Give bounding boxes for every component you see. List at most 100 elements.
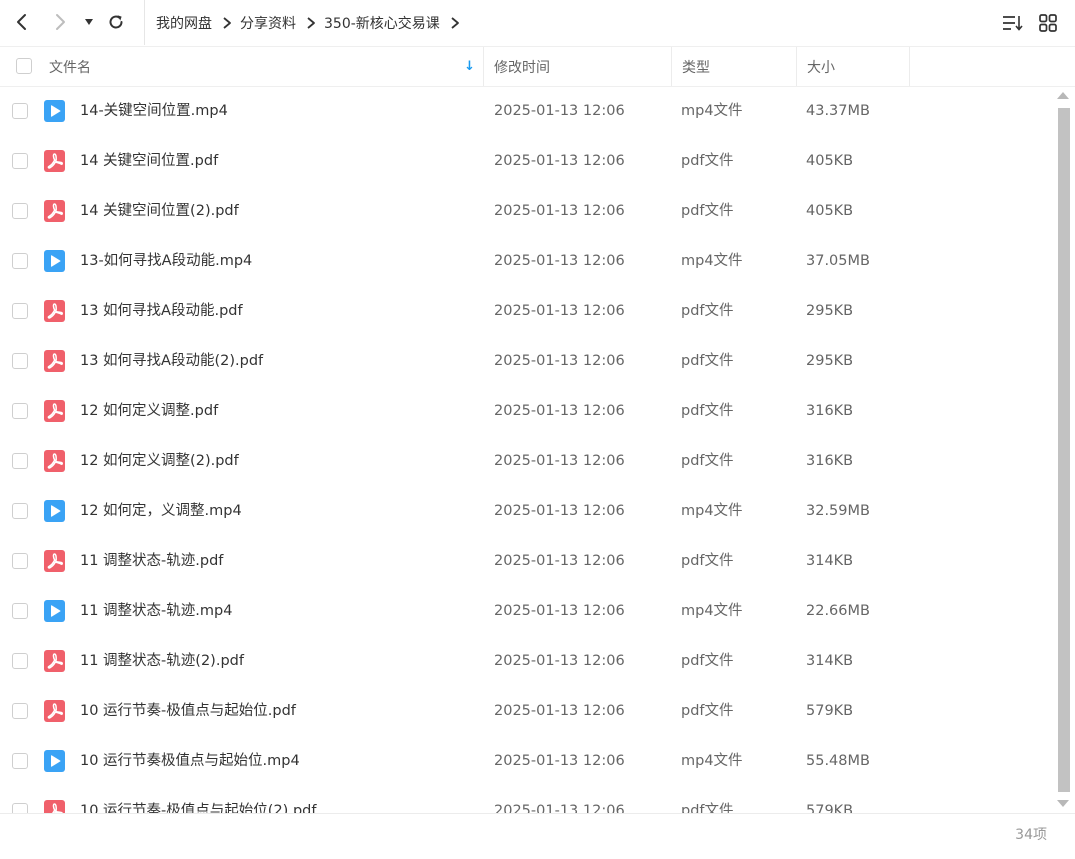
row-checkbox[interactable] [12,203,28,219]
column-header-name-label: 文件名 [49,59,91,76]
refresh-button[interactable] [102,9,130,35]
file-row[interactable]: 14-关键空间位置.mp4 2025-01-13 12:06 mp4文件 43.37M… [0,86,1055,136]
row-checkbox[interactable] [12,453,28,469]
row-checkbox[interactable] [12,353,28,369]
row-checkbox[interactable] [12,253,28,269]
file-row[interactable]: 12 如何定，义调整.mp4 2025-01-13 12:06 mp4文件 32.59… [0,486,1055,536]
status-bar: 34项 [0,813,1075,859]
video-file-icon [44,500,65,522]
row-checkbox[interactable] [12,503,28,519]
breadcrumb-dropdown-icon[interactable] [450,16,460,29]
breadcrumb-item-shared[interactable]: 分享资料 [240,13,296,33]
row-checkbox[interactable] [12,653,28,669]
file-row[interactable]: 13 如何寻找A段动能(2).pdf 2025-01-13 12:06 pdf文件 2… [0,336,1055,386]
breadcrumb-item-current-folder[interactable]: 350-新核心交易课 [324,13,440,33]
file-row[interactable]: 11 调整状态-轨迹(2).pdf 2025-01-13 12:06 pdf文件 31… [0,636,1055,686]
row-checkbox[interactable] [12,103,28,119]
sort-button[interactable] [1001,11,1025,35]
scrollbar-thumb[interactable] [1058,108,1070,792]
file-row[interactable]: 12 如何定义调整(2).pdf 2025-01-13 12:06 pdf文件 316… [0,436,1055,486]
scroll-down-arrow-icon[interactable] [1057,800,1069,807]
video-file-icon [44,250,65,272]
file-modified-date: 2025-01-13 12:06 [494,403,625,419]
column-header-name[interactable]: 文件名 ↓ [49,47,483,86]
column-header-size[interactable]: 大小 [807,47,835,86]
file-row[interactable]: 14 关键空间位置(2).pdf 2025-01-13 12:06 pdf文件 405… [0,186,1055,236]
file-type: pdf文件 [681,153,734,169]
caret-down-icon [85,19,93,25]
column-header-type[interactable]: 类型 [682,47,710,86]
row-checkbox[interactable] [12,603,28,619]
pdf-file-icon [44,700,65,722]
file-modified-date: 2025-01-13 12:06 [494,603,625,619]
column-divider [909,47,910,86]
file-size: 405KB [806,153,854,169]
breadcrumb-item-my-drive[interactable]: 我的网盘 [156,13,212,33]
file-name: 12 如何定义调整.pdf [80,403,219,419]
file-modified-date: 2025-01-13 12:06 [494,203,625,219]
file-row[interactable]: 14 关键空间位置.pdf 2025-01-13 12:06 pdf文件 405KB [0,136,1055,186]
select-all-checkbox[interactable] [16,58,32,74]
history-dropdown-button[interactable] [76,9,102,35]
file-size: 22.66MB [806,603,870,619]
file-name: 13-如何寻找A段动能.mp4 [80,253,253,269]
pdf-file-icon [44,800,65,813]
file-modified-date: 2025-01-13 12:06 [494,103,625,119]
back-button[interactable] [8,9,36,35]
row-checkbox[interactable] [12,753,28,769]
grid-view-icon [1039,14,1057,32]
file-row[interactable]: 12 如何定义调整.pdf 2025-01-13 12:06 pdf文件 316KB [0,386,1055,436]
file-type: pdf文件 [681,553,734,569]
file-list: 14-关键空间位置.mp4 2025-01-13 12:06 mp4文件 43.37M… [0,86,1055,813]
file-size: 314KB [806,653,854,669]
file-size: 579KB [806,703,854,719]
file-modified-date: 2025-01-13 12:06 [494,453,625,469]
forward-button[interactable] [46,9,74,35]
row-checkbox[interactable] [12,803,28,813]
file-name: 14 关键空间位置(2).pdf [80,203,239,219]
file-row[interactable]: 13 如何寻找A段动能.pdf 2025-01-13 12:06 pdf文件 295K… [0,286,1055,336]
file-size: 55.48MB [806,753,870,769]
file-type: pdf文件 [681,803,734,813]
file-name: 11 调整状态-轨迹.pdf [80,553,224,569]
file-type: pdf文件 [681,203,734,219]
pdf-file-icon [44,300,65,322]
file-type: pdf文件 [681,403,734,419]
video-file-icon [44,600,65,622]
breadcrumb: 我的网盘 分享资料 350-新核心交易课 [144,0,468,45]
file-row[interactable]: 13-如何寻找A段动能.mp4 2025-01-13 12:06 mp4文件 37.0… [0,236,1055,286]
file-name: 10 运行节奏极值点与起始位.mp4 [80,753,300,769]
file-name: 14 关键空间位置.pdf [80,153,219,169]
pdf-file-icon [44,400,65,422]
chevron-right-icon [56,14,65,30]
file-row[interactable]: 11 调整状态-轨迹.mp4 2025-01-13 12:06 mp4文件 22.66… [0,586,1055,636]
row-checkbox[interactable] [12,553,28,569]
file-type: mp4文件 [681,253,743,269]
row-checkbox[interactable] [12,703,28,719]
column-header-size-label: 大小 [807,59,835,76]
breadcrumb-separator-icon [222,16,232,29]
row-checkbox[interactable] [12,153,28,169]
file-type: pdf文件 [681,703,734,719]
pdf-file-icon [44,550,65,572]
file-modified-date: 2025-01-13 12:06 [494,703,625,719]
file-name: 13 如何寻找A段动能(2).pdf [80,353,264,369]
scroll-up-arrow-icon[interactable] [1057,92,1069,99]
file-modified-date: 2025-01-13 12:06 [494,553,625,569]
view-toggle-button[interactable] [1036,11,1060,35]
file-row[interactable]: 11 调整状态-轨迹.pdf 2025-01-13 12:06 pdf文件 314KB [0,536,1055,586]
file-modified-date: 2025-01-13 12:06 [494,803,625,813]
file-row[interactable]: 10 运行节奏-极值点与起始位(2).pdf 2025-01-13 12:06 pd… [0,786,1055,813]
row-checkbox[interactable] [12,303,28,319]
file-size: 295KB [806,353,854,369]
file-type: pdf文件 [681,653,734,669]
column-header-modified[interactable]: 修改时间 [494,47,550,86]
file-row[interactable]: 10 运行节奏-极值点与起始位.pdf 2025-01-13 12:06 pdf文件… [0,686,1055,736]
file-modified-date: 2025-01-13 12:06 [494,353,625,369]
column-header-type-label: 类型 [682,59,710,76]
file-name: 11 调整状态-轨迹.mp4 [80,603,233,619]
video-file-icon [44,100,65,122]
vertical-scrollbar[interactable] [1056,86,1072,813]
file-row[interactable]: 10 运行节奏极值点与起始位.mp4 2025-01-13 12:06 mp4文件 5… [0,736,1055,786]
row-checkbox[interactable] [12,403,28,419]
